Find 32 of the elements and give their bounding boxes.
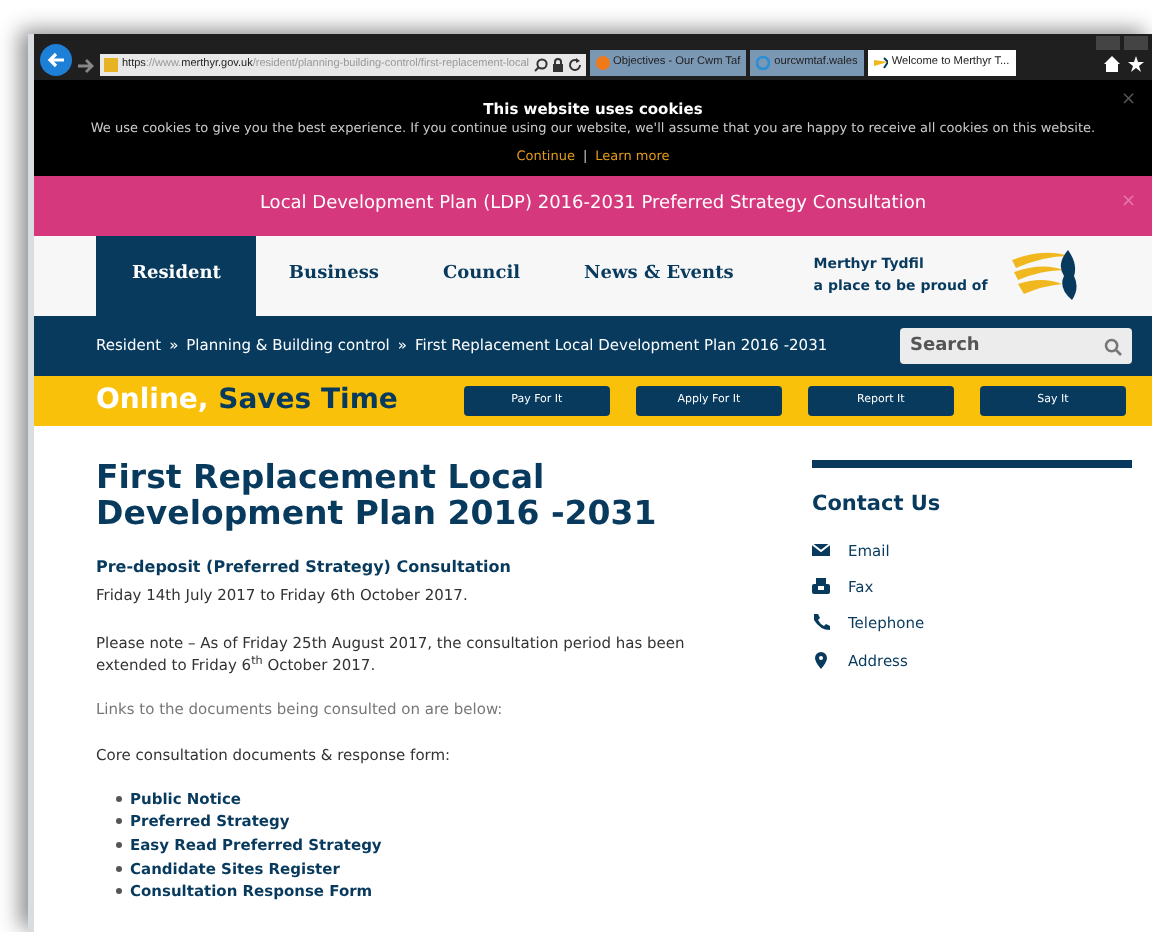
nav-tab[interactable]: Business — [256, 236, 411, 316]
refresh-icon — [567, 58, 582, 72]
alert-text: Local Development Plan (LDP) 2016-2031 Preferred Strategy Consultation — [259, 192, 927, 219]
bullet-icon — [116, 888, 122, 895]
home-icon[interactable] — [1104, 56, 1120, 72]
bullet-icon — [116, 795, 122, 802]
page-heading: First Replacement Local Development Plan 2016 -2031 — [96, 460, 659, 534]
bullet-icon — [116, 841, 122, 848]
section-subheading: Pre-deposit (Preferred Strategy) Consultation — [96, 557, 513, 578]
forward-arrow-icon[interactable] — [76, 56, 96, 76]
search-field[interactable]: Search — [900, 328, 1132, 364]
search-icon — [1104, 337, 1122, 355]
nav-tab[interactable]: Resident — [96, 236, 257, 316]
site-icon — [104, 58, 118, 72]
tab-favicon-icon — [595, 56, 610, 70]
promo-title: Online, Saves Time — [96, 382, 398, 420]
phone-icon — [812, 614, 830, 633]
fax-icon — [812, 578, 830, 597]
envelope-icon — [812, 541, 830, 560]
bullet-icon — [116, 865, 122, 872]
tab-favicon-icon — [756, 56, 771, 70]
star-icon[interactable] — [1128, 56, 1144, 72]
bullet-icon — [116, 818, 122, 825]
nav-tab[interactable]: News & Events — [552, 236, 766, 316]
back-button[interactable] — [40, 44, 72, 76]
search-icon — [533, 58, 548, 72]
back-arrow-icon — [46, 50, 66, 70]
tab-favicon-icon — [873, 56, 888, 70]
map-pin-icon — [812, 651, 830, 670]
nav-tab[interactable]: Council — [410, 236, 553, 316]
sidebar-title: Contact Us — [812, 490, 943, 520]
lock-icon — [551, 58, 564, 72]
